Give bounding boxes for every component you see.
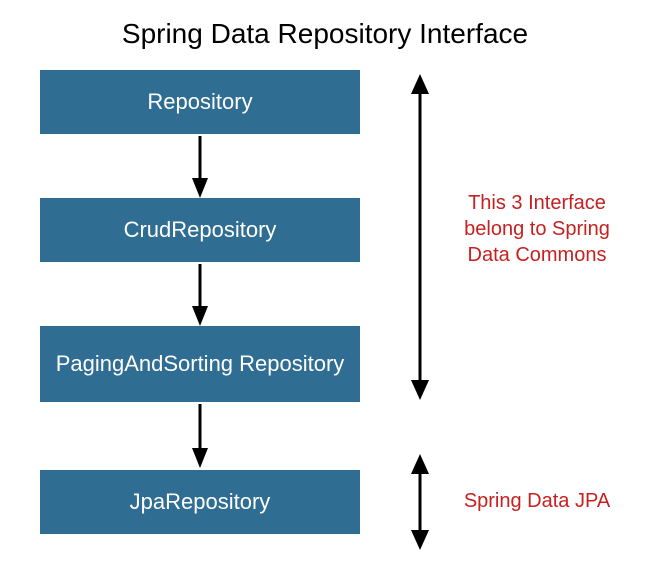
box-crud-repository: CrudRepository (40, 198, 360, 262)
note-commons: This 3 Interface belong to Spring Data C… (452, 190, 622, 268)
flow-arrow-2 (192, 264, 208, 326)
flow-arrow-1 (192, 136, 208, 198)
note-jpa: Spring Data JPA (452, 488, 622, 514)
box-label: Repository (147, 89, 252, 115)
box-jpa-repository: JpaRepository (40, 470, 360, 534)
box-paging-sorting-repository: PagingAndSorting Repository (40, 326, 360, 402)
bracket-commons (408, 74, 432, 400)
flow-arrow-3 (192, 404, 208, 468)
diagram-title: Spring Data Repository Interface (0, 0, 650, 58)
bracket-jpa (408, 454, 432, 550)
box-repository: Repository (40, 70, 360, 134)
diagram-body: Repository CrudRepository PagingAndSorti… (0, 58, 650, 558)
box-label: PagingAndSorting Repository (56, 351, 345, 377)
box-label: JpaRepository (130, 489, 271, 515)
box-label: CrudRepository (124, 217, 277, 243)
